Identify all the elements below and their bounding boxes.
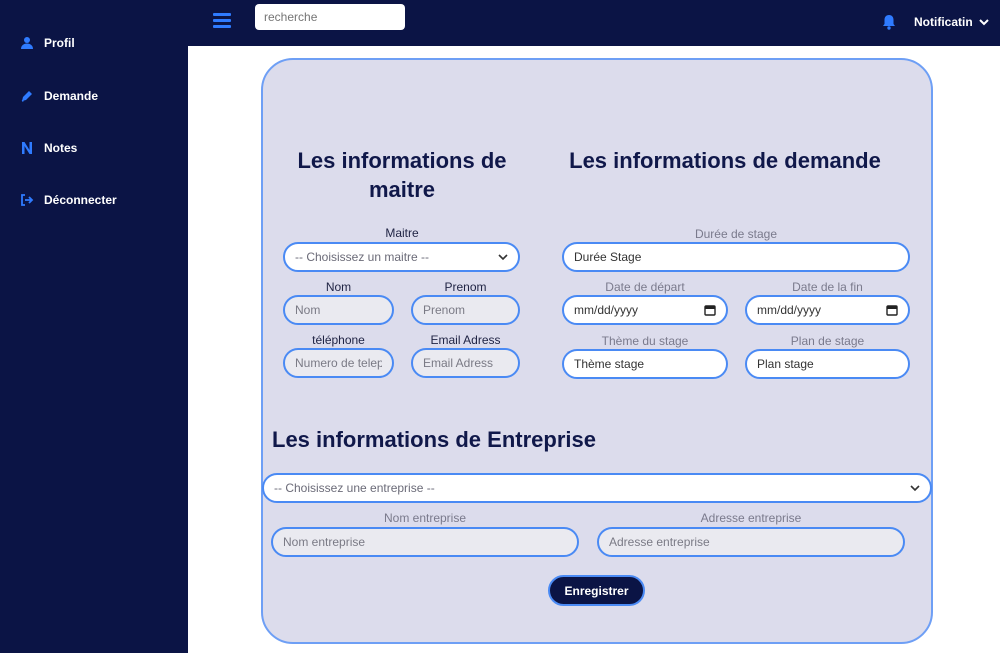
n-icon (20, 141, 34, 155)
calendar-icon[interactable] (704, 304, 716, 316)
demande-section-title: Les informations de demande (569, 148, 881, 173)
hamburger-menu-icon[interactable] (213, 13, 231, 29)
sidebar-item-deconnecter[interactable]: Déconnecter (20, 193, 117, 207)
date-depart-value: mm/dd/yyyy (574, 303, 639, 317)
plan-input[interactable] (745, 349, 910, 379)
entreprise-section-title: Les informations de Entreprise (272, 427, 596, 452)
sidebar-item-label: Notes (44, 141, 78, 155)
topbar: Notificatin (188, 0, 1000, 46)
chevron-down-icon (910, 484, 920, 491)
maitre-select-value: -- Choisissez un maitre -- (295, 250, 430, 264)
telephone-label: téléphone (312, 333, 365, 347)
date-fin-label: Date de la fin (792, 280, 863, 294)
sidebar-item-demande[interactable]: Demande (20, 89, 98, 103)
telephone-input[interactable] (283, 348, 394, 378)
logout-icon (20, 193, 34, 207)
calendar-icon[interactable] (886, 304, 898, 316)
chevron-down-icon (498, 253, 508, 260)
prenom-input[interactable] (411, 295, 520, 325)
sidebar-item-label: Profil (44, 36, 75, 50)
sidebar-item-label: Demande (44, 89, 99, 103)
adresse-entreprise-label: Adresse entreprise (700, 511, 802, 525)
nom-entreprise-label: Nom entreprise (383, 511, 467, 525)
user-icon (20, 36, 34, 50)
date-depart-input[interactable]: mm/dd/yyyy (562, 295, 728, 325)
prenom-label: Prenom (444, 280, 487, 294)
maitre-select[interactable]: -- Choisissez un maitre -- (283, 242, 520, 272)
notifications-dropdown[interactable]: Notificatin (914, 15, 989, 29)
sidebar-item-profil[interactable]: Profil (20, 36, 75, 50)
date-fin-input[interactable]: mm/dd/yyyy (745, 295, 910, 325)
nom-label: Nom (325, 280, 352, 294)
email-input[interactable] (411, 348, 520, 378)
duree-label: Durée de stage (694, 227, 778, 241)
nom-entreprise-input[interactable] (271, 527, 579, 557)
theme-label: Thème du stage (601, 334, 689, 348)
duree-input[interactable] (562, 242, 910, 272)
date-fin-value: mm/dd/yyyy (757, 303, 822, 317)
maitre-section-title: Les informations de maitre (297, 148, 507, 202)
chevron-down-icon (978, 18, 989, 25)
sidebar: Profil Demande Notes Déconnecter (0, 0, 188, 653)
nom-input[interactable] (283, 295, 394, 325)
date-depart-label: Date de départ (605, 280, 685, 294)
pen-icon (20, 89, 34, 103)
plan-label: Plan de stage (790, 334, 865, 348)
search-input[interactable] (255, 4, 405, 30)
bell-icon[interactable] (882, 14, 896, 30)
enregistrer-button[interactable]: Enregistrer (548, 575, 645, 606)
entreprise-select[interactable]: -- Choisissez une entreprise -- (262, 473, 932, 503)
email-label: Email Adress (430, 333, 501, 347)
entreprise-select-value: -- Choisissez une entreprise -- (274, 481, 435, 495)
sidebar-item-notes[interactable]: Notes (20, 141, 77, 155)
notifications-label: Notificatin (914, 15, 973, 29)
sidebar-item-label: Déconnecter (44, 193, 117, 207)
adresse-entreprise-input[interactable] (597, 527, 905, 557)
theme-input[interactable] (562, 349, 728, 379)
maitre-select-label: Maitre (385, 226, 419, 240)
